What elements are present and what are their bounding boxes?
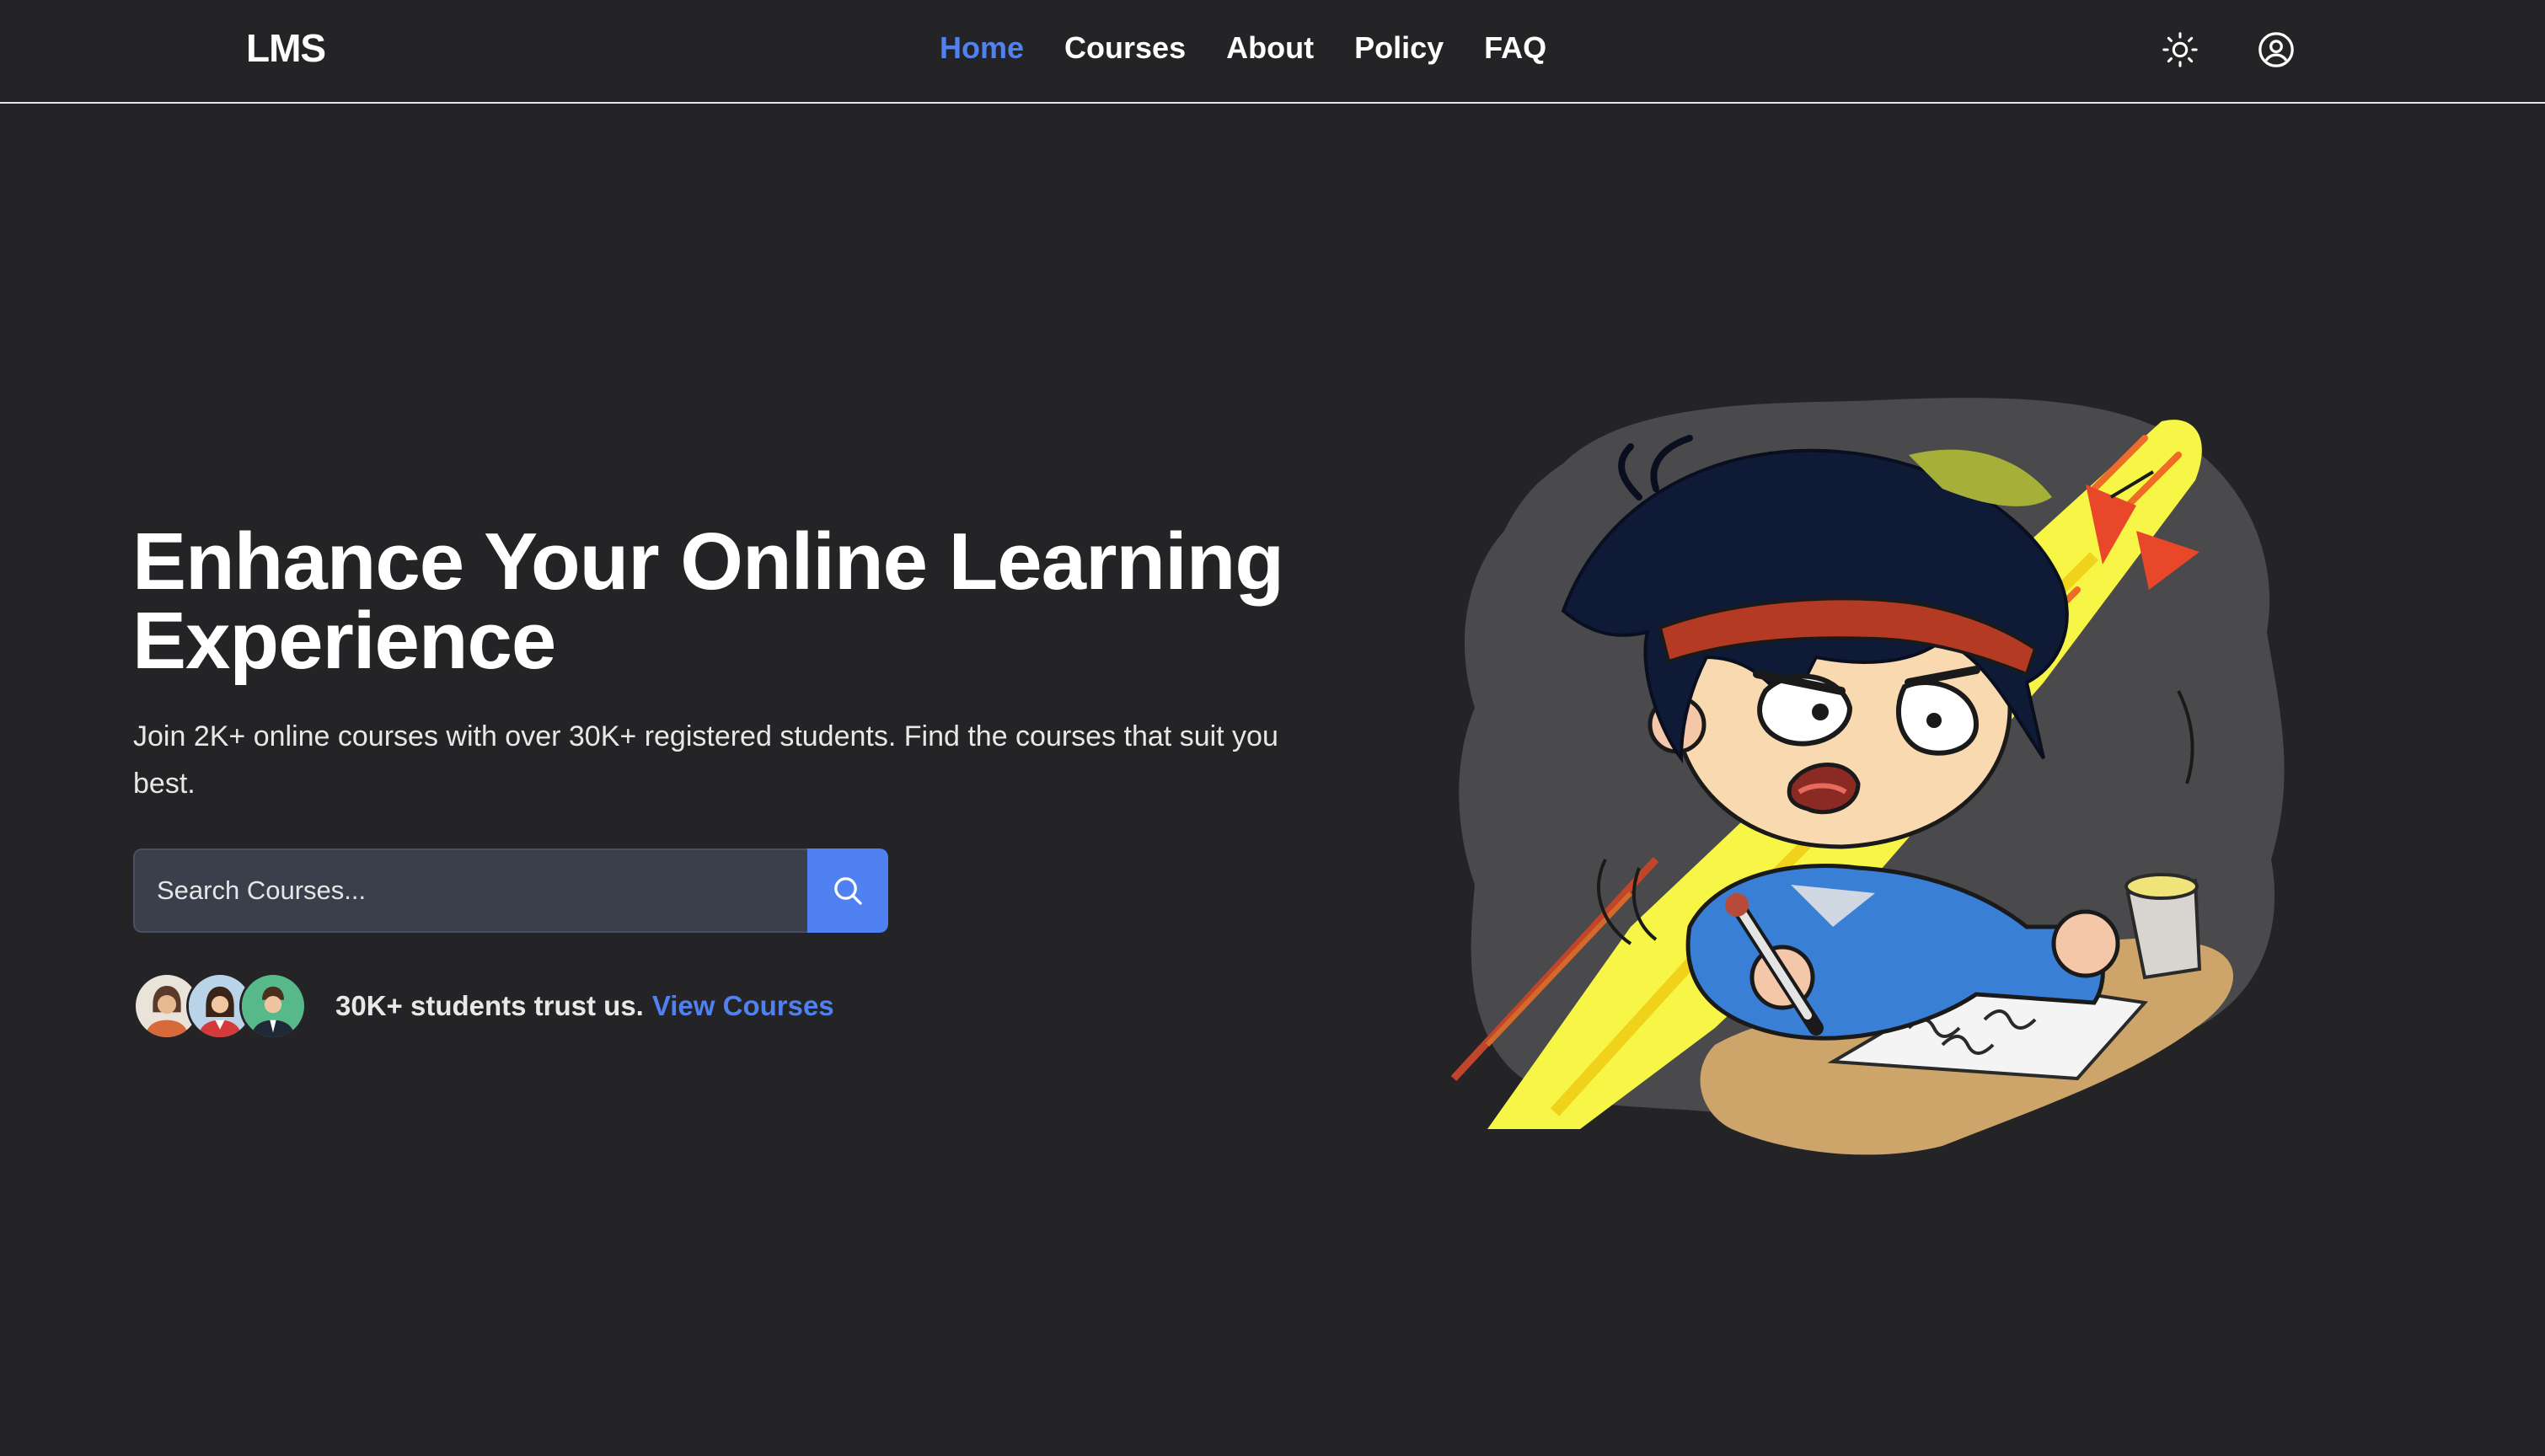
view-courses-link[interactable]: View Courses xyxy=(652,990,834,1022)
trust-text: 30K+ students trust us. xyxy=(335,990,644,1021)
search-icon xyxy=(834,877,862,905)
hero-title: Enhance Your Online Learning Experience xyxy=(132,517,1284,686)
brand-logo[interactable]: LMS xyxy=(246,25,326,71)
user-account-button[interactable] xyxy=(2257,30,2296,69)
sun-icon xyxy=(2162,32,2198,67)
top-navbar: LMS Home Courses About Policy FAQ xyxy=(0,0,2545,104)
studying-anime-boy-illustration xyxy=(1437,388,2330,1188)
nav-link-home[interactable]: Home xyxy=(940,30,1024,66)
student-avatars xyxy=(133,972,310,1040)
nav-link-faq[interactable]: FAQ xyxy=(1484,30,1546,66)
search-button[interactable] xyxy=(807,848,888,933)
main-nav: Home Courses About Policy FAQ xyxy=(940,30,1546,66)
search-input[interactable] xyxy=(133,848,807,933)
user-circle-icon xyxy=(2258,32,2294,67)
theme-toggle-button[interactable] xyxy=(2161,30,2199,69)
social-proof: 30K+ students trust us. View Courses xyxy=(133,972,834,1040)
nav-link-policy[interactable]: Policy xyxy=(1354,30,1444,66)
hero-subtitle: Join 2K+ online courses with over 30K+ r… xyxy=(133,720,1278,800)
nav-link-about[interactable]: About xyxy=(1226,30,1314,66)
course-search-form xyxy=(133,848,888,933)
avatar xyxy=(239,972,307,1040)
nav-link-courses[interactable]: Courses xyxy=(1064,30,1186,66)
